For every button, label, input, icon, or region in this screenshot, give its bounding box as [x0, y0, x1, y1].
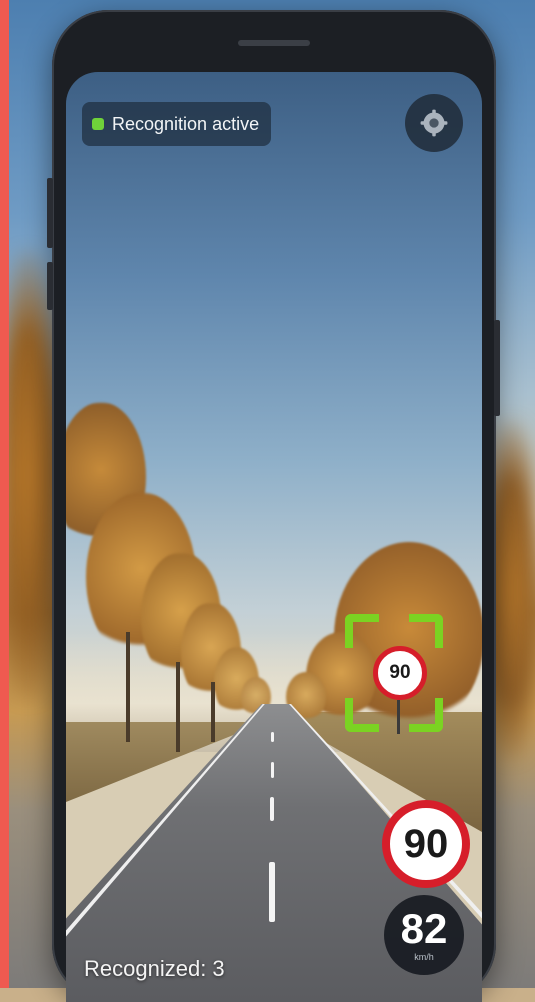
lane-dash: [271, 762, 274, 778]
gear-icon: [420, 109, 448, 137]
frame-corner: [345, 698, 379, 732]
accent-edge: [0, 0, 9, 988]
current-speed-value: 82: [400, 905, 448, 952]
frame-corner: [345, 614, 379, 648]
lane-dash: [271, 732, 274, 742]
recognition-status-pill: Recognition active: [82, 102, 272, 146]
phone-bixby-button: [47, 262, 53, 310]
detection-frame: [345, 614, 443, 732]
frame-corner: [409, 614, 443, 648]
tree-trunk: [126, 632, 130, 742]
phone-volume-button: [47, 178, 53, 248]
status-indicator: [92, 118, 104, 130]
frame-corner: [409, 698, 443, 732]
tree-trunk: [176, 662, 180, 752]
speed-limit-sign: 90: [382, 800, 470, 888]
lane-dash: [269, 862, 275, 922]
phone-speaker: [238, 40, 310, 46]
phone-power-button: [494, 320, 500, 416]
settings-button[interactable]: [405, 94, 463, 152]
tree-trunk: [211, 682, 215, 742]
recognized-count: Recognized: 3: [84, 956, 225, 981]
recognition-status-label: Recognition active: [112, 113, 260, 134]
lane-dash: [270, 797, 274, 821]
current-speed-unit: km/h: [414, 952, 434, 962]
current-speed-badge: 82 km/h: [384, 895, 464, 975]
